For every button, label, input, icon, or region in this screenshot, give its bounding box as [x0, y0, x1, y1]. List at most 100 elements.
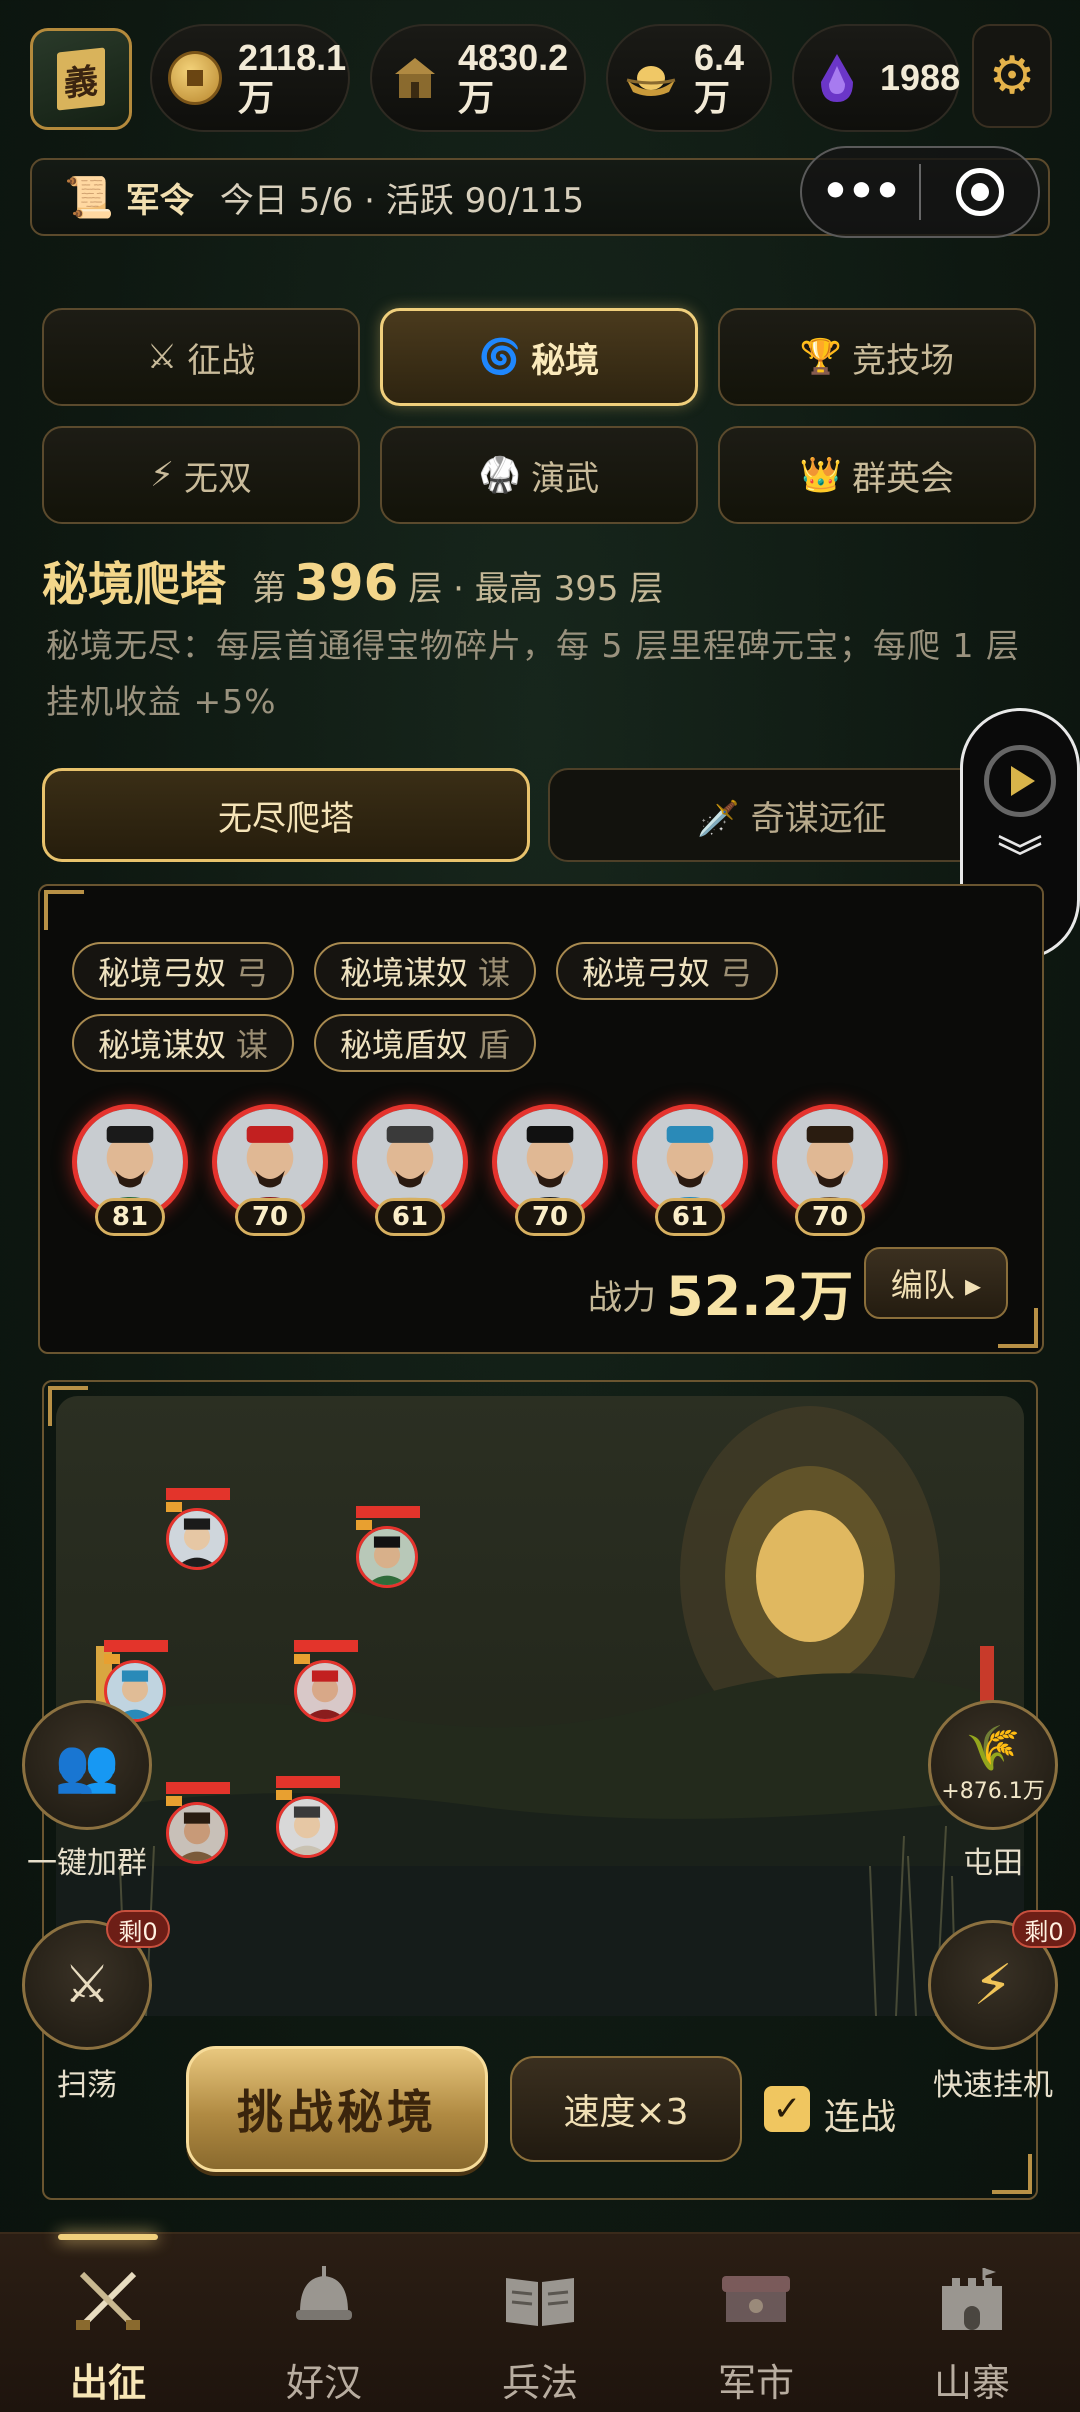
nav-heroes[interactable]: 好汉: [216, 2234, 432, 2412]
nav-label: 兵法: [501, 2361, 578, 2405]
hero-level-badge: 70: [515, 1198, 585, 1236]
close-miniprogram-icon[interactable]: [921, 168, 1038, 216]
resource-grain[interactable]: 4830.2 万: [370, 24, 586, 132]
play-icon[interactable]: [984, 745, 1056, 817]
hero-slot[interactable]: 61: [352, 1104, 468, 1244]
enemy-tag-name: 秘境弓奴: [98, 954, 227, 992]
chain-battle-label: 连战: [824, 2097, 897, 2138]
hero-level-badge: 81: [95, 1198, 165, 1236]
martial-arts-icon: 🥋: [478, 455, 522, 495]
enemy-tag-class: 谋: [236, 1026, 269, 1064]
enemy-tag: 秘境谋奴谋: [72, 1014, 295, 1072]
tab-campaign[interactable]: ⚔ 征战: [42, 308, 360, 406]
hero-slot[interactable]: 61: [632, 1104, 748, 1244]
tab-endless-tower[interactable]: 无尽爬塔: [42, 768, 530, 862]
formation-button[interactable]: 编队 ▸: [864, 1247, 1008, 1319]
lightning-icon: ⚡: [973, 1952, 1013, 2018]
tab-peerless[interactable]: ⚡ 无双: [42, 426, 360, 524]
resource-copper[interactable]: 2118.1 万: [150, 24, 350, 132]
helmet-icon: [284, 2262, 364, 2338]
nav-label: 好汉: [285, 2361, 362, 2405]
combat-power-value: 52.2万: [666, 1265, 854, 1328]
tab-secret-realm[interactable]: 🌀 秘境: [380, 308, 698, 406]
fortress-icon: [932, 2262, 1012, 2338]
enemy-tag-name: 秘境谋奴: [340, 954, 469, 992]
chain-battle-checkbox[interactable]: ✓: [764, 2086, 810, 2132]
current-floor: 396: [294, 554, 399, 612]
farm-button[interactable]: 🌾 +876.1万: [928, 1700, 1058, 1830]
floor-prefix: 第: [252, 569, 286, 609]
join-group-label: 一键加群: [27, 1846, 147, 1881]
miniprogram-capsule: •••: [800, 146, 1040, 238]
tab-heroes-gathering[interactable]: 👑 群英会: [718, 426, 1036, 524]
tab-label: 群英会: [852, 458, 955, 499]
purple-gem-icon: [808, 49, 866, 107]
enemy-tag: 秘境弓奴弓: [556, 942, 779, 1000]
unit-portrait: [276, 1796, 338, 1858]
enemy-tag-class: 谋: [478, 954, 511, 992]
bottom-navigation: 出征 好汉 兵法 军市 山寨: [0, 2232, 1080, 2412]
more-menu-icon[interactable]: •••: [802, 170, 919, 214]
nav-tactics[interactable]: 兵法: [432, 2234, 648, 2412]
hero-slot[interactable]: 70: [772, 1104, 888, 1244]
hero-slot[interactable]: 81: [72, 1104, 188, 1244]
quick-idle-remaining-badge: 剩0: [1012, 1910, 1076, 1948]
market-stall-icon: [716, 2262, 796, 2338]
enemy-tag: 秘境谋奴谋: [314, 942, 537, 1000]
ally-unit[interactable]: [166, 1782, 232, 1872]
unit-portrait: [166, 1802, 228, 1864]
nav-campaign[interactable]: 出征: [0, 2234, 216, 2412]
collapse-chevron-icon[interactable]: ︾: [997, 835, 1043, 881]
wheat-icon: 🌾: [965, 1723, 1021, 1774]
resource-gem[interactable]: 1988: [792, 24, 960, 132]
join-group-button[interactable]: 👥: [22, 1700, 152, 1830]
enemy-tag-class: 盾: [478, 1026, 511, 1064]
sword-icon: ⚔: [146, 337, 178, 377]
tab-label: 演武: [531, 458, 600, 499]
enemy-tag-name: 秘境盾奴: [340, 1026, 469, 1064]
enemy-tag: 秘境弓奴弓: [72, 942, 295, 1000]
gold-ingot-icon: [622, 49, 680, 107]
copper-coin-icon: [166, 49, 224, 107]
combat-power-label: 战力: [588, 1278, 656, 1318]
resource-gold-value: 6.4 万: [694, 37, 745, 118]
ally-unit[interactable]: [166, 1488, 232, 1578]
tab-label: 竞技场: [852, 340, 955, 381]
speed-button[interactable]: 速度×3: [510, 2056, 742, 2162]
hero-level-badge: 61: [375, 1198, 445, 1236]
enemy-tag-name: 秘境弓奴: [582, 954, 711, 992]
tab-arena[interactable]: 🏆 竞技场: [718, 308, 1036, 406]
challenge-realm-button[interactable]: 挑战秘境: [186, 2046, 488, 2172]
resource-grain-value: 4830.2 万: [458, 37, 569, 118]
enemy-tag-name: 秘境谋奴: [98, 1026, 227, 1064]
player-avatar[interactable]: 義: [30, 28, 132, 130]
ally-unit[interactable]: [276, 1776, 342, 1866]
hero-slot[interactable]: 70: [212, 1104, 328, 1244]
tab-martial-drill[interactable]: 🥋 演武: [380, 426, 698, 524]
order-info: 今日 5/6 · 活跃 90/115: [219, 180, 585, 221]
resource-copper-value: 2118.1 万: [238, 37, 347, 118]
settings-gear-icon[interactable]: ⚙: [972, 24, 1052, 128]
nav-fortress[interactable]: 山寨: [864, 2234, 1080, 2412]
crown-icon: 👑: [799, 455, 843, 495]
hero-slot[interactable]: 70: [492, 1104, 608, 1244]
nav-label: 军市: [717, 2361, 794, 2405]
vortex-icon: 🌀: [478, 337, 522, 377]
page-title: 秘境爬塔: [42, 557, 226, 611]
tab-label: 征战: [187, 340, 256, 381]
ally-unit[interactable]: [294, 1640, 360, 1730]
ally-unit[interactable]: [356, 1506, 422, 1596]
farm-label: 屯田: [963, 1846, 1023, 1881]
resource-gold[interactable]: 6.4 万: [606, 24, 772, 132]
unit-portrait: [166, 1508, 228, 1570]
crossed-swords-icon: ⚔: [63, 1955, 111, 2015]
unit-portrait: [356, 1526, 418, 1588]
farm-income: +876.1万: [941, 1779, 1045, 1804]
nav-market[interactable]: 军市: [648, 2234, 864, 2412]
trophy-icon: 🏆: [799, 337, 843, 377]
enemy-tag-class: 弓: [236, 954, 269, 992]
tab-label: 无双: [183, 458, 252, 499]
hero-level-badge: 70: [795, 1198, 865, 1236]
unit-portrait: [294, 1660, 356, 1722]
resource-gem-value: 1988: [880, 57, 961, 98]
